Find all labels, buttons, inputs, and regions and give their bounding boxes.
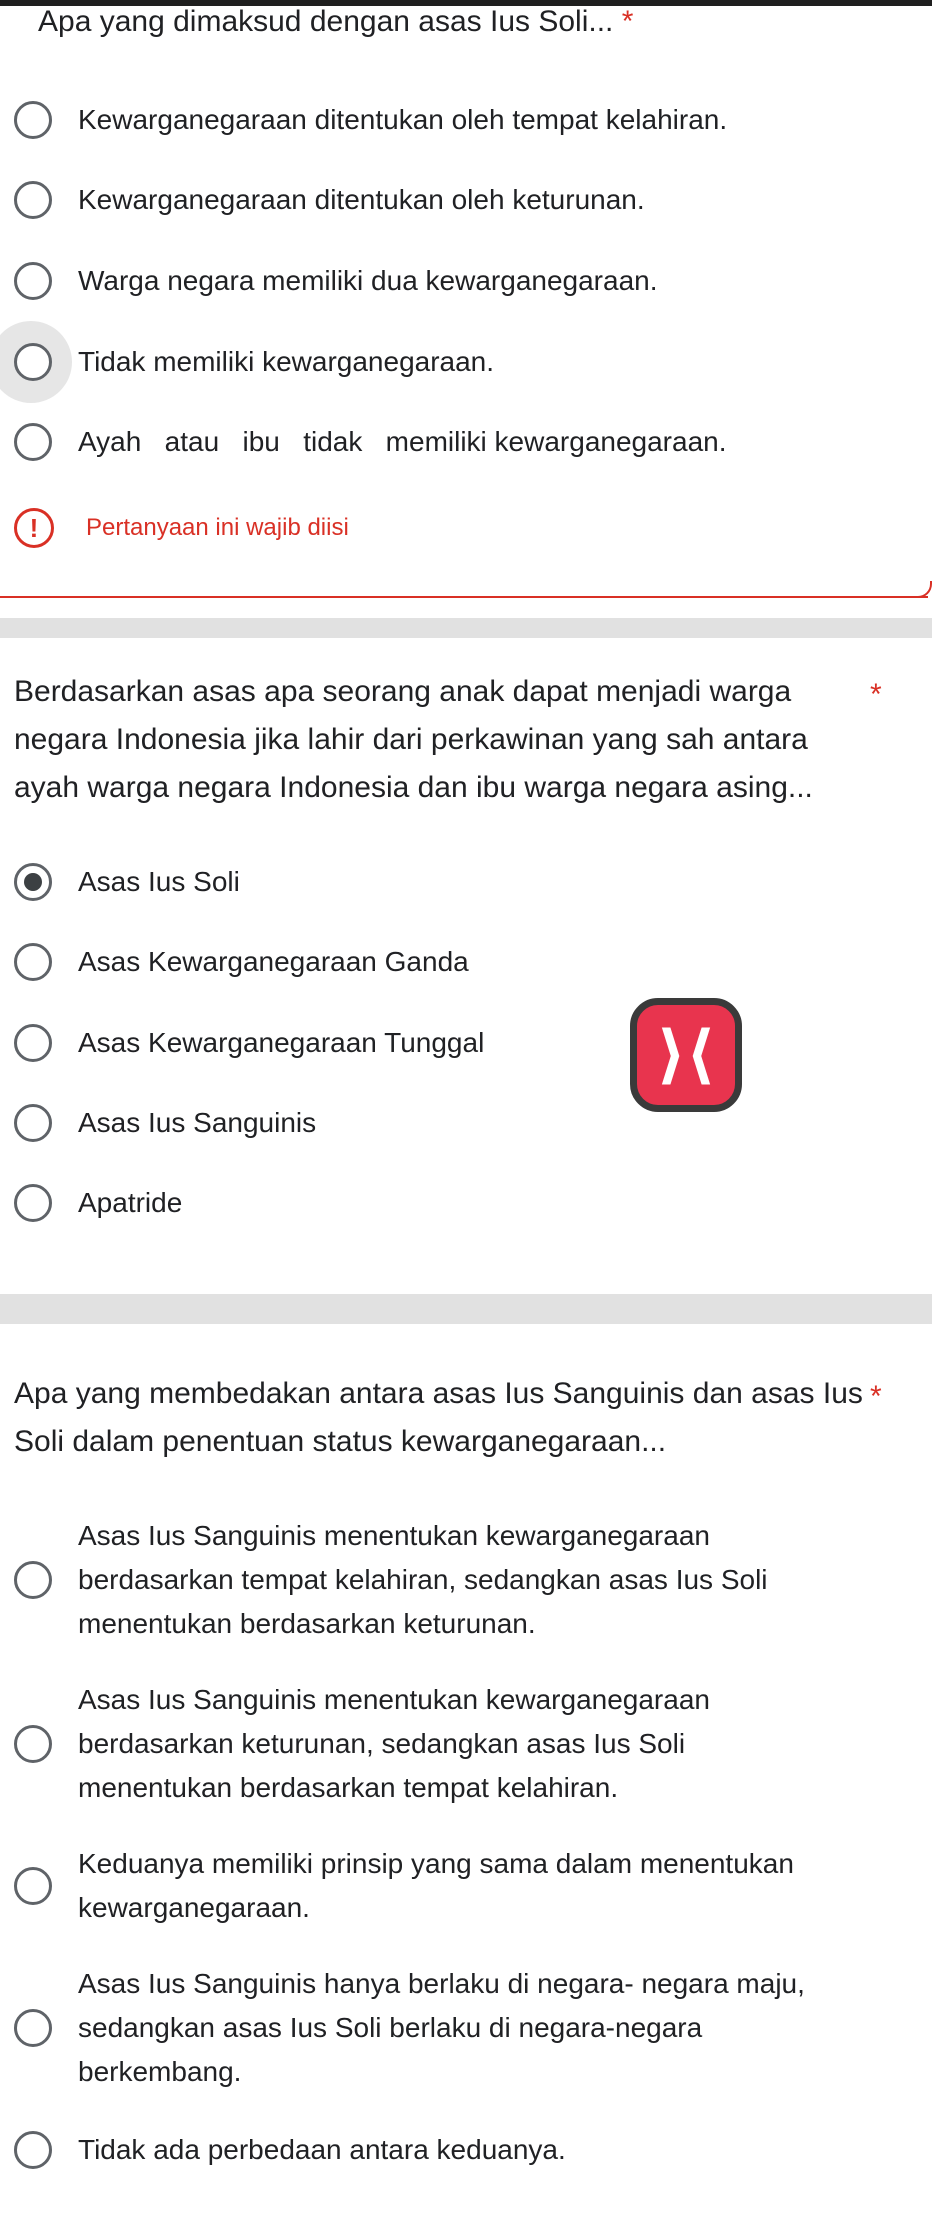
option-q2-5[interactable]: Apatride	[0, 1181, 932, 1225]
question-title: Apa yang membedakan antara asas Ius Sang…	[14, 1377, 863, 1458]
option-label: Asas Ius Soli	[78, 866, 240, 897]
question-title: Apa yang dimaksud dengan asas Ius Soli..…	[38, 5, 634, 38]
option-label: Asas Kewarganegaraan Tunggal	[78, 1027, 485, 1058]
option-q3-3[interactable]: Keduanya memiliki prinsip yang sama dala…	[0, 1842, 932, 1930]
question-card-3: Apa yang membedakan antara asas Ius Sang…	[0, 1324, 932, 2226]
question-card-1: Apa yang dimaksud dengan asas Ius Soli..…	[0, 5, 932, 616]
option-label: Keduanya memiliki prinsip yang sama dala…	[78, 1848, 794, 1923]
radio-button[interactable]	[14, 101, 52, 139]
radio-button[interactable]	[14, 2009, 52, 2047]
x-logo-icon: ⟩⟨	[656, 1018, 716, 1092]
question-card-2: Berdasarkan asas apa seorang anak dapat …	[0, 638, 932, 1292]
option-q1-5[interactable]: Ayah atau ibu tidak memiliki kewarganega…	[0, 420, 932, 464]
option-label: Asas Ius Sanguinis menentukan kewarganeg…	[78, 1684, 710, 1803]
radio-button[interactable]	[14, 1867, 52, 1905]
option-q3-2[interactable]: Asas Ius Sanguinis menentukan kewarganeg…	[0, 1678, 932, 1810]
floating-x-button[interactable]: ⟩⟨	[630, 998, 742, 1112]
option-label: Asas Ius Sanguinis	[78, 1107, 317, 1138]
radio-button[interactable]	[14, 943, 52, 981]
option-q3-4[interactable]: Asas Ius Sanguinis hanya berlaku di nega…	[0, 1962, 932, 2094]
radio-button[interactable]	[14, 1104, 52, 1142]
question-title: Berdasarkan asas apa seorang anak dapat …	[14, 675, 813, 804]
option-label: Apatride	[78, 1187, 183, 1218]
option-q1-3[interactable]: Warga negara memiliki dua kewarganegaraa…	[0, 259, 932, 303]
error-icon: !	[14, 508, 54, 548]
option-label: Warga negara memiliki dua kewarganegaraa…	[78, 265, 658, 296]
option-label: Asas Ius Sanguinis menentukan kewarganeg…	[78, 1520, 768, 1639]
option-label: Asas Kewarganegaraan Ganda	[78, 946, 469, 977]
option-q2-3[interactable]: Asas Kewarganegaraan Tunggal	[0, 1021, 932, 1065]
option-label: Ayah atau ibu tidak memiliki kewarganega…	[78, 426, 727, 457]
option-q2-2[interactable]: Asas Kewarganegaraan Ganda	[0, 940, 932, 984]
option-q1-4[interactable]: Tidak memiliki kewarganegaraan.	[0, 321, 932, 403]
option-q1-1[interactable]: Kewarganegaraan ditentukan oleh tempat k…	[0, 98, 932, 142]
option-label: Tidak memiliki kewarganegaraan.	[78, 346, 495, 377]
option-q3-1[interactable]: Asas Ius Sanguinis menentukan kewarganeg…	[0, 1514, 932, 1646]
option-label: Kewarganegaraan ditentukan oleh keturuna…	[78, 184, 645, 215]
radio-button[interactable]	[14, 262, 52, 300]
option-q2-4[interactable]: Asas Ius Sanguinis	[0, 1101, 932, 1145]
radio-button[interactable]	[14, 181, 52, 219]
error-underline-corner	[918, 581, 932, 598]
radio-button[interactable]	[14, 423, 52, 461]
option-label: Kewarganegaraan ditentukan oleh tempat k…	[78, 104, 728, 135]
error-underline	[0, 596, 928, 598]
option-q2-1[interactable]: Asas Ius Soli	[0, 860, 932, 904]
required-star: *	[621, 5, 634, 38]
option-q3-5[interactable]: Tidak ada perbedaan antara keduanya.	[0, 2128, 932, 2172]
option-q1-2[interactable]: Kewarganegaraan ditentukan oleh keturuna…	[0, 178, 932, 222]
radio-button[interactable]	[14, 1184, 52, 1222]
radio-button[interactable]	[14, 343, 52, 381]
radio-button[interactable]	[14, 1561, 52, 1599]
radio-button[interactable]	[14, 2131, 52, 2169]
section-separator	[0, 618, 932, 638]
option-label: Tidak ada perbedaan antara keduanya.	[78, 2134, 566, 2165]
section-separator	[0, 1294, 932, 1324]
error-message: Pertanyaan ini wajib diisi	[86, 514, 349, 541]
radio-button[interactable]	[14, 1725, 52, 1763]
option-label: Asas Ius Sanguinis hanya berlaku di nega…	[78, 1968, 805, 2087]
radio-button[interactable]	[14, 1024, 52, 1062]
required-star: *	[870, 678, 882, 711]
radio-button-selected[interactable]	[14, 863, 52, 901]
required-star: *	[870, 1380, 882, 1413]
